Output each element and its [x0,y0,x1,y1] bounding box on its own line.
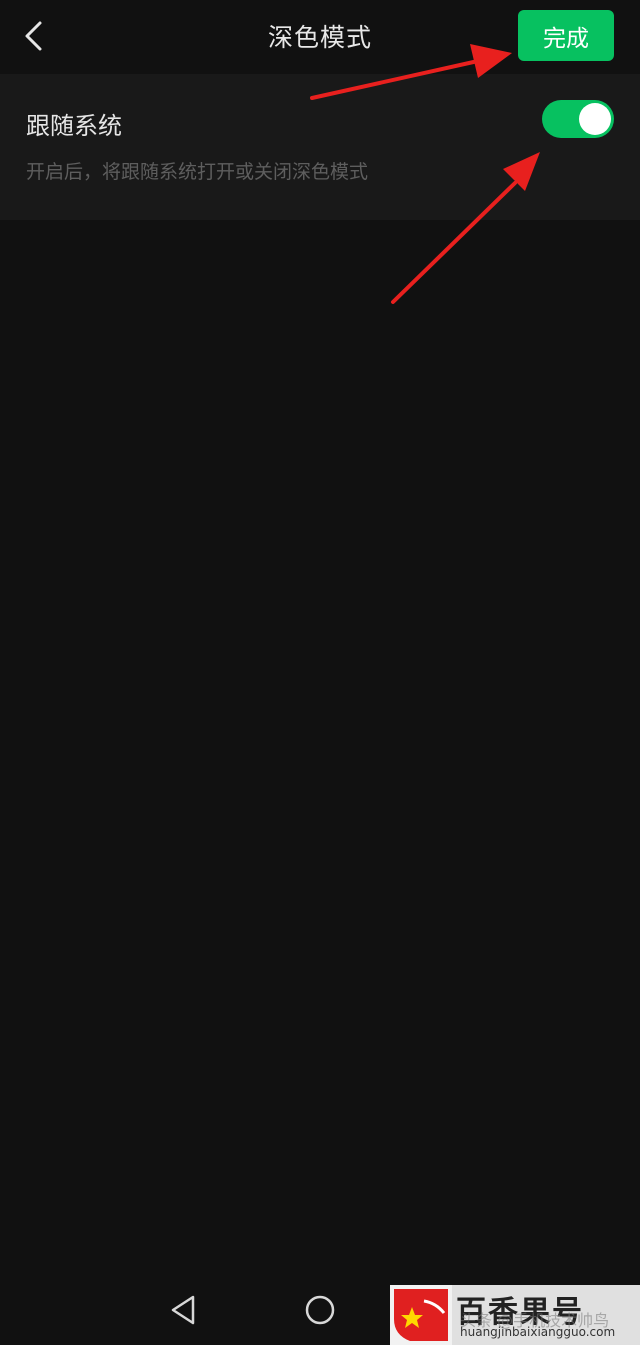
follow-system-setting: 跟随系统 开启后，将跟随系统打开或关闭深色模式 [0,74,640,220]
triangle-back-icon[interactable] [165,1292,201,1328]
watermark-domain: huangjinbaixiangguo.com [460,1325,616,1339]
circle-home-icon[interactable] [302,1292,338,1328]
header-bar: 深色模式 完成 [0,0,640,74]
watermark-logo-icon [390,1285,452,1345]
done-button[interactable]: 完成 [518,10,614,61]
toggle-knob [579,103,611,135]
follow-system-toggle[interactable] [542,100,614,138]
setting-label: 跟随系统 [26,112,122,140]
watermark: 百香果号 头条 @手机技术帅鸟 huangjinbaixiangguo.com [390,1285,640,1345]
setting-description: 开启后，将跟随系统打开或关闭深色模式 [26,161,369,183]
